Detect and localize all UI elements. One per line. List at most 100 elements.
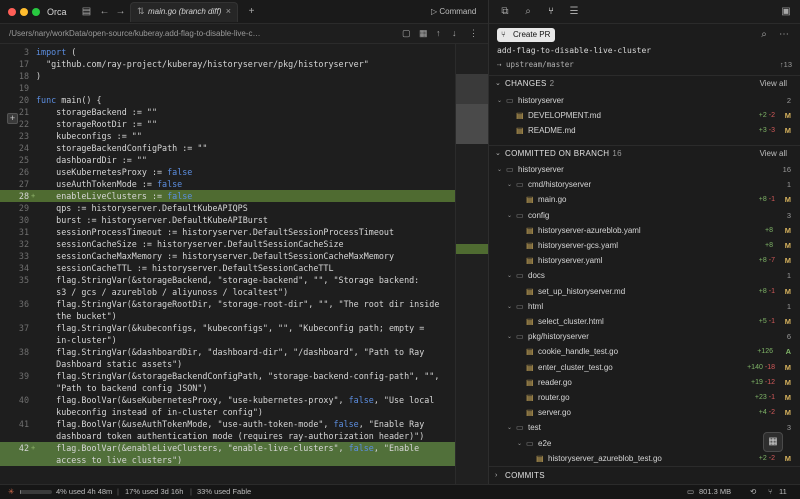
tree-folder-row[interactable]: ⌄ ▭ pkg/historyserver 6 <box>489 330 800 344</box>
floating-panel-button[interactable]: ▦ <box>763 432 783 452</box>
more-icon[interactable]: ⋯ <box>777 28 791 42</box>
tree-file-row[interactable]: ▤ DEVELOPMENT.md +2 -2 M <box>489 109 800 123</box>
code-line[interactable]: 23 kubeconfigs := "" <box>0 130 455 142</box>
tree-folder-row[interactable]: ⌄ ▭ test 3 <box>489 421 800 435</box>
tree-folder-row[interactable]: ⌄ ▭ docs 1 <box>489 269 800 283</box>
code-line[interactable]: "Path to backend config JSON") <box>0 382 455 394</box>
tree-file-row[interactable]: ▤ router.go +23 -1 M <box>489 391 800 405</box>
usage-text-2[interactable]: 17% used 3d 16h <box>125 487 183 496</box>
changes-section-header[interactable]: ⌄ CHANGES 2 View all <box>489 75 800 91</box>
tree-file-row[interactable]: ▤ cookie_handle_test.go +126 A <box>489 345 800 359</box>
tree-file-row[interactable]: ▤ set_up_historyserver.md +8 -1 M <box>489 285 800 299</box>
tree-file-row[interactable]: ▤ historyserver-azureblob.yaml +8 M <box>489 224 800 238</box>
code-line[interactable]: 38 flag.StringVar(&dashboardDir, "dashbo… <box>0 346 455 358</box>
code-line[interactable]: 17 "github.com/ray-project/kuberay/histo… <box>0 58 455 70</box>
code-line[interactable]: 34 sessionCacheTTL := historyserver.Defa… <box>0 262 455 274</box>
code-line[interactable]: 25 dashboardDir := "" <box>0 154 455 166</box>
code-line[interactable]: 29 qps := historyserver.DefaultKubeAPIQP… <box>0 202 455 214</box>
search-panel-icon[interactable]: ⌕ <box>521 5 535 19</box>
tree-file-row[interactable]: ▤ server.go +4 -2 M <box>489 406 800 420</box>
code-line[interactable]: 39 flag.StringVar(&storageBackendConfigP… <box>0 370 455 382</box>
code-line[interactable]: 18) <box>0 70 455 82</box>
command-button[interactable]: ▷ Command <box>431 7 476 16</box>
code-line[interactable]: in-cluster") <box>0 334 455 346</box>
code-line[interactable]: the bucket") <box>0 310 455 322</box>
code-line[interactable]: Dashboard static assets") <box>0 358 455 370</box>
new-tab-icon[interactable]: + <box>245 5 258 18</box>
code-line[interactable]: 19 <box>0 82 455 94</box>
committed-view-all-link[interactable]: View all <box>760 146 787 162</box>
code-line[interactable]: 30 burst := historyserver.DefaultKubeAPI… <box>0 214 455 226</box>
code-line[interactable]: 33 sessionCacheMaxMemory := historyserve… <box>0 250 455 262</box>
tree-file-row[interactable]: ▤ reader.go +19 -12 M <box>489 376 800 390</box>
minimap[interactable] <box>455 44 489 484</box>
tree-file-row[interactable]: ▤ enter_cluster_test.go +140 -18 M <box>489 361 800 375</box>
tree-file-row[interactable]: ▤ historyserver-gcs.yaml +8 M <box>489 239 800 253</box>
chevron-down-icon[interactable]: ⌄ <box>517 437 522 451</box>
chevron-down-icon[interactable]: ⌄ <box>507 421 512 435</box>
code-line[interactable]: 32 sessionCacheSize := historyserver.Def… <box>0 238 455 250</box>
tree-folder-row[interactable]: ⌄ ▭ config 3 <box>489 209 800 223</box>
tree-file-row[interactable]: ▤ select_cluster.html +5 -1 M <box>489 315 800 329</box>
code-line[interactable]: 24 storageBackendConfigPath := "" <box>0 142 455 154</box>
minimap-viewport[interactable] <box>456 74 489 104</box>
code-line[interactable]: 40 flag.BoolVar(&useKubernetesProxy, "us… <box>0 394 455 406</box>
code-line[interactable]: 3 import ( <box>0 46 455 58</box>
code-line[interactable]: s3 / gcs / azureblob / aliyunoss / local… <box>0 286 455 298</box>
panel-layout-icon[interactable]: ▣ <box>779 5 793 19</box>
code-line[interactable]: 35 flag.StringVar(&storageBackend, "stor… <box>0 274 455 286</box>
usage-text-3[interactable]: 33% used Fable <box>197 487 251 496</box>
forward-arrow-icon[interactable]: → <box>114 5 127 18</box>
sidebar-toggle-icon[interactable]: ▤ <box>80 5 93 18</box>
upstream-branch[interactable]: ⇢ upstream/master <box>497 60 574 69</box>
chevron-down-icon[interactable]: ⌄ <box>497 94 502 108</box>
code-line[interactable]: 42 + flag.BoolVar(&enableLiveClusters, "e… <box>0 442 455 454</box>
tree-folder-row[interactable]: ⌄ ▭ html 1 <box>489 300 800 314</box>
tree-file-row[interactable]: ▤ historyserver.yaml +8 -7 M <box>489 254 800 268</box>
previous-change-icon[interactable]: ↑ <box>436 28 441 38</box>
code-line[interactable]: 31 sessionProcessTimeout := historyserve… <box>0 226 455 238</box>
close-window-button[interactable] <box>8 8 16 16</box>
tab-main-go-branch-diff[interactable]: ⇅ main.go (branch diff) × <box>130 2 238 22</box>
code-line[interactable]: 41 flag.BoolVar(&useAuthTokenMode, "use-… <box>0 418 455 430</box>
chevron-down-icon[interactable]: ⌄ <box>497 163 502 177</box>
chevron-down-icon[interactable]: ⌄ <box>507 209 512 223</box>
code-line[interactable]: 26 useKubernetesProxy := false <box>0 166 455 178</box>
more-options-icon[interactable]: ⋮ <box>469 28 478 39</box>
code-line[interactable]: 27 useAuthTokenMode := false <box>0 178 455 190</box>
chevron-down-icon[interactable]: ⌄ <box>507 269 512 283</box>
minimize-window-button[interactable] <box>20 8 28 16</box>
usage-text-1[interactable]: 4% used 4h 48m <box>56 487 112 496</box>
tree-folder-row[interactable]: ⌄ ▭ historyserver 2 <box>489 94 800 108</box>
explorer-icon[interactable]: ⧉ <box>498 5 512 19</box>
code-line[interactable]: dashboard token authentication mode (req… <box>0 430 455 442</box>
code-line[interactable]: 20 func main() { <box>0 94 455 106</box>
tree-file-row[interactable]: ▤ README.md +3 -3 M <box>489 124 800 138</box>
sync-icon[interactable]: ⟲ <box>750 487 756 496</box>
chevron-down-icon[interactable]: ⌄ <box>507 330 512 344</box>
committed-section-header[interactable]: ⌄ COMMITTED ON BRANCH 16 View all <box>489 145 800 161</box>
tree-folder-row[interactable]: ⌄ ▭ e2e <box>489 437 800 451</box>
maximize-window-button[interactable] <box>32 8 40 16</box>
add-comment-icon[interactable]: + <box>7 113 18 124</box>
create-pr-button[interactable]: ⑂ Create PR <box>497 28 556 42</box>
code-line[interactable]: access to live clusters") <box>0 454 455 466</box>
close-tab-icon[interactable]: × <box>226 6 231 16</box>
checklist-icon[interactable]: ☰ <box>567 5 581 19</box>
tree-file-row[interactable]: ▤ historyserver_azureblob_test.go +2 -2 M <box>489 452 800 466</box>
chevron-down-icon[interactable]: ⌄ <box>507 178 512 192</box>
code-editor[interactable]: 3 import (17 "github.com/ray-project/kube… <box>0 44 455 484</box>
tree-folder-row[interactable]: ⌄ ▭ historyserver 16 <box>489 163 800 177</box>
copy-path-icon[interactable]: ▢ <box>402 28 411 39</box>
commits-section-header[interactable]: › COMMITS <box>489 466 800 484</box>
search-icon[interactable]: ⌕ <box>757 28 771 42</box>
code-line[interactable]: kubeconfig instead of in-cluster config"… <box>0 406 455 418</box>
source-control-icon[interactable]: ⑂ <box>544 5 558 19</box>
back-arrow-icon[interactable]: ← <box>98 5 111 18</box>
code-line[interactable]: 28 + enableLiveClusters := false <box>0 190 455 202</box>
chevron-down-icon[interactable]: ⌄ <box>507 300 512 314</box>
code-line[interactable]: 36 flag.StringVar(&storageRootDir, "stor… <box>0 298 455 310</box>
open-file-icon[interactable]: ▦ <box>419 28 428 39</box>
next-change-icon[interactable]: ↓ <box>452 28 457 38</box>
tree-folder-row[interactable]: ⌄ ▭ cmd/historyserver 1 <box>489 178 800 192</box>
